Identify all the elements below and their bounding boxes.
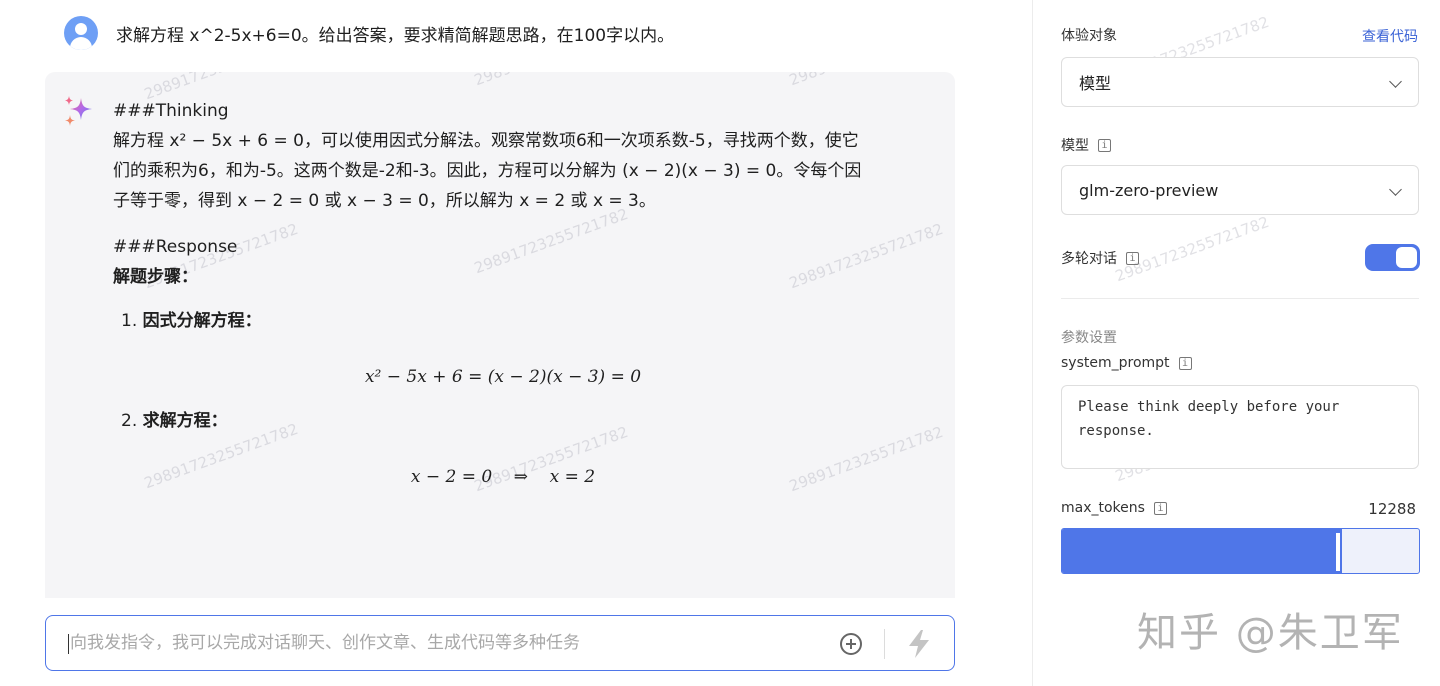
answer-body: ###Thinking 解方程 x² − 5x + 6 = 0，可以使用因式分解… [113, 96, 893, 492]
target-label: 体验对象 [1061, 25, 1117, 45]
assistant-answer: 29891723255721782 29891723255721782 2989… [45, 72, 955, 598]
system-prompt-label-text: system_prompt [1061, 355, 1170, 371]
step-2-math: x − 2 = 0 ⇒ x = 2 [410, 467, 596, 487]
response-header: ###Response [113, 237, 238, 257]
thinking-paragraph: 解方程 x² − 5x + 6 = 0，可以使用因式分解法。观察常数项6和一次项… [113, 126, 893, 216]
chevron-down-icon [1389, 183, 1402, 196]
input-divider [884, 629, 885, 659]
max-tokens-label: max_tokens i [1061, 500, 1167, 516]
model-select-value: glm-zero-preview [1079, 180, 1219, 200]
model-label-text: 模型 [1061, 138, 1089, 154]
multi-turn-label-text: 多轮对话 [1061, 251, 1117, 267]
user-message-text: 求解方程 x^2-5x+6=0。给出答案，要求精简解题思路，在100字以内。 [116, 25, 675, 46]
section-divider [1061, 298, 1419, 299]
info-icon[interactable]: i [1098, 138, 1111, 152]
params-title: 参数设置 [1061, 330, 1117, 346]
thinking-line: 们的乘积为6，和为-5。这两个数是-2和-3。因此，方程可以分解为 (x − 2… [113, 161, 862, 181]
plus-circle-icon[interactable] [840, 633, 862, 655]
step-1-math: x² − 5x + 6 = (x − 2)(x − 3) = 0 [364, 367, 642, 387]
system-prompt-label: system_prompt i [1061, 355, 1192, 371]
info-icon[interactable]: i [1153, 501, 1167, 515]
watermark: 29891723255721782 [472, 72, 631, 89]
multi-turn-toggle[interactable] [1365, 244, 1420, 271]
watermark: 29891723255721782 [787, 72, 946, 89]
view-code-link[interactable]: 查看代码 [1362, 26, 1418, 46]
step-1: 1. 因式分解方程： [121, 311, 262, 331]
text-caret [68, 634, 69, 654]
thinking-line: 子等于零，得到 x − 2 = 0 或 x − 3 = 0，所以解为 x = 2… [113, 191, 656, 211]
prompt-input[interactable] [70, 616, 810, 670]
target-label-text: 体验对象 [1061, 28, 1117, 44]
settings-panel: 29891723255721782 29891723255721782 2989… [1032, 0, 1440, 686]
multi-turn-label: 多轮对话 i [1061, 248, 1139, 268]
system-prompt-input[interactable] [1061, 385, 1419, 469]
prompt-input-box[interactable] [45, 615, 955, 671]
steps-title: 解题步骤： [113, 267, 198, 287]
step-1-title: 因式分解方程： [142, 311, 262, 331]
info-icon[interactable]: i [1178, 356, 1192, 370]
lightning-icon[interactable] [904, 628, 934, 660]
model-select[interactable]: glm-zero-preview [1061, 165, 1419, 215]
sparkle-icon [65, 96, 92, 126]
target-select[interactable]: 模型 [1061, 57, 1419, 107]
max-tokens-slider[interactable] [1061, 528, 1420, 574]
chat-area: 求解方程 x^2-5x+6=0。给出答案，要求精简解题思路，在100字以内。 2… [0, 0, 1032, 686]
user-avatar [64, 16, 98, 50]
step-2-title: 求解方程： [142, 411, 228, 431]
toggle-knob [1396, 247, 1417, 268]
step-2: 2. 求解方程： [121, 411, 228, 431]
chevron-down-icon [1389, 75, 1402, 88]
app-root: 求解方程 x^2-5x+6=0。给出答案，要求精简解题思路，在100字以内。 2… [0, 0, 1440, 686]
zhihu-watermark-logo: 知乎 @朱卫军 [1137, 610, 1404, 656]
slider-handle[interactable] [1336, 533, 1340, 571]
max-tokens-label-text: max_tokens [1061, 500, 1145, 516]
thinking-header: ###Thinking [113, 101, 229, 121]
model-label: 模型 i [1061, 135, 1111, 155]
info-icon[interactable]: i [1126, 251, 1139, 265]
thinking-line: 解方程 x² − 5x + 6 = 0，可以使用因式分解法。观察常数项6和一次项… [113, 131, 859, 151]
max-tokens-value: 12288 [1368, 500, 1416, 518]
slider-fill [1062, 529, 1342, 573]
target-select-value: 模型 [1079, 74, 1112, 93]
user-message-row: 求解方程 x^2-5x+6=0。给出答案，要求精简解题思路，在100字以内。 [64, 16, 674, 50]
